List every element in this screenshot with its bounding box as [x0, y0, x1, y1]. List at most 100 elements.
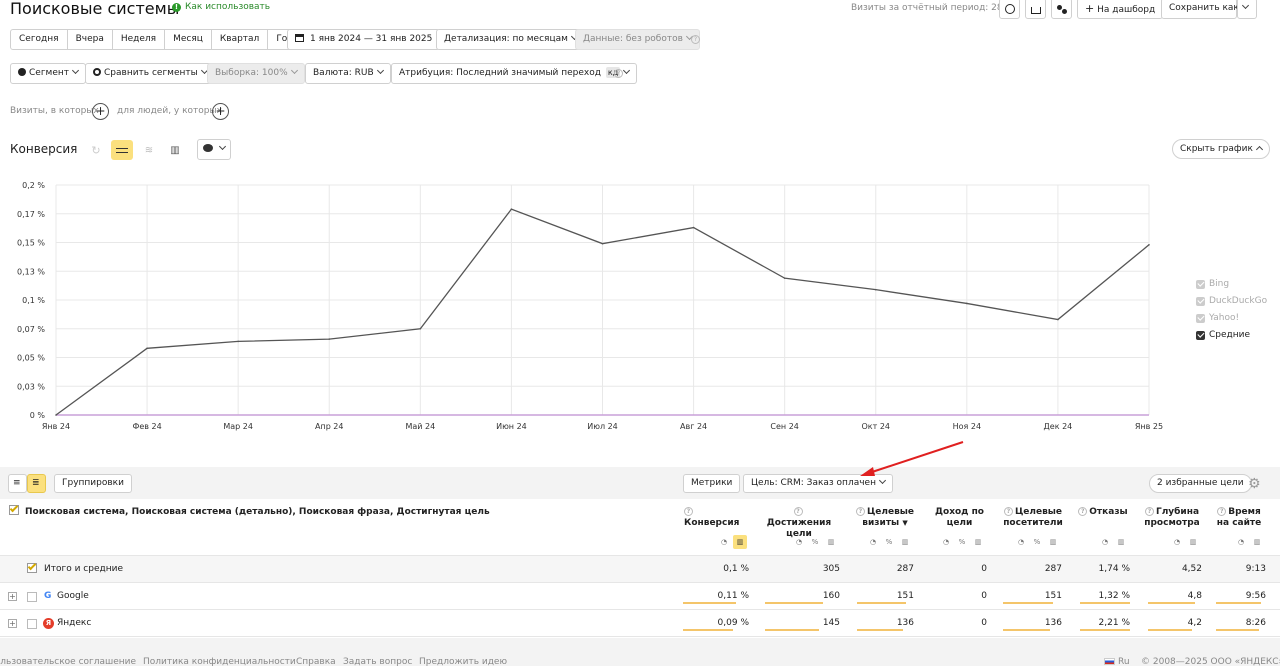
data-filter-dropdown[interactable]: Данные: без роботов	[575, 29, 700, 50]
clock-button[interactable]	[999, 0, 1020, 19]
detail-dropdown[interactable]: Детализация: по месяцам	[436, 29, 585, 50]
share-button[interactable]	[1025, 0, 1046, 19]
bar-chart-icon[interactable]: ▥	[1186, 535, 1200, 549]
data-point	[966, 302, 968, 305]
data-point	[692, 226, 695, 229]
groupings-button[interactable]: Группировки	[54, 474, 132, 493]
view-tree-button[interactable]: ≣	[27, 474, 46, 493]
chart-type-refresh[interactable]: ↻	[87, 142, 105, 160]
add-people-condition-button[interactable]: +	[212, 103, 229, 120]
hide-chart-button[interactable]: Скрыть график	[1172, 139, 1270, 159]
data-point	[874, 288, 877, 291]
y-tick-label: 0,15 %	[17, 239, 45, 248]
sort-desc-icon: ▼	[902, 519, 908, 527]
col-header-goal-revenue[interactable]: Доход по цели	[932, 507, 987, 529]
pie-chart-icon[interactable]: ◔	[1234, 535, 1248, 549]
checkbox-icon	[1196, 330, 1205, 340]
pie-chart-icon[interactable]: ◔	[866, 535, 880, 549]
annotation-arrow	[860, 441, 964, 476]
legend-item-yahoo[interactable]: Yahoo!	[1196, 313, 1239, 323]
table-cell: 1,32 %	[1098, 591, 1130, 601]
col-header-goal-visits[interactable]: ? Целевые визиты ▼	[852, 507, 918, 529]
dimension-checkbox[interactable]	[9, 503, 19, 515]
col-header-conversion[interactable]: ?Конверсия	[684, 507, 744, 529]
bar-chart-icon[interactable]: ▥	[971, 535, 985, 549]
metrics-button[interactable]: Метрики	[683, 474, 741, 493]
col-header-bounces[interactable]: ? Отказы	[1077, 507, 1129, 518]
chevron-down-icon	[71, 66, 80, 75]
segment-dropdown[interactable]: Сегмент	[10, 63, 87, 84]
pie-chart-icon[interactable]: ◔	[717, 535, 731, 549]
expand-icon[interactable]: +	[8, 592, 17, 601]
period-today[interactable]: Сегодня	[11, 30, 68, 49]
pie-chart-icon[interactable]: ◔	[1170, 535, 1184, 549]
save-as-button[interactable]: Сохранить как	[1161, 0, 1239, 19]
add-visit-condition-button[interactable]: +	[92, 103, 109, 120]
how-to-link[interactable]: ! Как использовать	[172, 2, 270, 12]
legend-item-duckduckgo[interactable]: DuckDuckGo	[1196, 296, 1267, 306]
table-row-google[interactable]: + G Google 0,11 % 160 151 0 151 1,32 % 4,8 9:56	[0, 583, 1280, 610]
sample-dropdown[interactable]: Выборка: 100%	[207, 63, 305, 84]
series-line-average	[55, 208, 1150, 416]
legend-item-average[interactable]: Средние	[1196, 330, 1250, 340]
pie-chart-icon[interactable]: ◔	[792, 535, 806, 549]
period-month[interactable]: Месяц	[165, 30, 212, 49]
bar-chart-icon[interactable]: ▥	[898, 535, 912, 549]
bar-chart-icon[interactable]: ▥	[1046, 535, 1060, 549]
table-row-yandex[interactable]: + Я Яндекс 0,09 % 145 136 0 136 2,21 % 4,2 8:26	[0, 610, 1280, 637]
api-button[interactable]	[1051, 0, 1072, 19]
date-range-button[interactable]: 1 янв 2024 — 31 янв 2025	[287, 29, 441, 50]
save-as-dropdown[interactable]	[1237, 0, 1257, 19]
favorite-goals-button[interactable]: 2 избранные цели	[1149, 474, 1252, 493]
chevron-down-icon	[1241, 1, 1250, 10]
checkbox-icon	[1196, 313, 1205, 323]
attribution-dropdown[interactable]: Атрибуция: Последний значимый переход кд	[391, 63, 638, 84]
x-tick-label: Янв 25	[1135, 422, 1163, 431]
bar-chart-icon[interactable]: ▥	[1250, 535, 1264, 549]
percent-icon[interactable]: %	[1030, 535, 1044, 549]
x-tick-label: Июн 24	[496, 422, 527, 431]
chart-type-bar[interactable]: ▥	[166, 142, 184, 160]
row-checkbox[interactable]	[27, 619, 37, 629]
settings-gear-icon[interactable]: ⚙	[1248, 476, 1261, 492]
annotations-dropdown[interactable]	[197, 139, 231, 160]
pie-chart-icon[interactable]: ◔	[1014, 535, 1028, 549]
value-bar	[857, 629, 903, 631]
period-switcher[interactable]: Сегодня Вчера Неделя Месяц Квартал Год	[10, 29, 303, 50]
currency-dropdown[interactable]: Валюта: RUB	[305, 63, 391, 84]
totals-row[interactable]: Итого и средние 0,1 % 305 287 0 287 1,74 % 4,5…	[0, 556, 1280, 583]
pie-chart-icon[interactable]: ◔	[1098, 535, 1112, 549]
dimension-header[interactable]: Поисковая система, Поисковая система (де…	[25, 507, 490, 517]
totals-checkbox[interactable]	[27, 561, 37, 573]
compare-segments-dropdown[interactable]: Сравнить сегменты	[85, 63, 215, 84]
chevron-down-icon	[218, 142, 227, 151]
percent-icon[interactable]: %	[955, 535, 969, 549]
x-tick-label: Апр 24	[315, 422, 344, 431]
add-dashboard-button[interactable]: + На дашборд	[1077, 0, 1164, 19]
period-quarter[interactable]: Квартал	[212, 30, 269, 49]
help-icon[interactable]: ?	[614, 69, 623, 78]
expand-icon[interactable]: +	[8, 619, 17, 628]
chart-grid	[55, 184, 1150, 416]
bar-chart-icon[interactable]: ▥	[824, 535, 838, 549]
view-flat-button[interactable]: ≡	[8, 474, 27, 493]
help-icon[interactable]: ?	[691, 35, 700, 44]
row-checkbox[interactable]	[27, 592, 37, 602]
chart-type-area[interactable]: ≋	[140, 142, 158, 160]
bar-chart-icon[interactable]: ▥	[733, 535, 747, 549]
col-header-time[interactable]: ? Время на сайте	[1214, 507, 1264, 529]
percent-icon[interactable]: %	[882, 535, 896, 549]
chart-type-line[interactable]	[111, 140, 133, 160]
pie-chart-icon[interactable]: ◔	[939, 535, 953, 549]
period-week[interactable]: Неделя	[113, 30, 166, 49]
bar-chart-icon[interactable]: ▥	[1114, 535, 1128, 549]
period-yesterday[interactable]: Вчера	[68, 30, 113, 49]
table-cell: 0,09 %	[717, 618, 749, 628]
table-cell: 9:56	[1245, 591, 1266, 601]
col-header-goal-visitors[interactable]: ? Целевые посетители	[1000, 507, 1066, 529]
col-header-depth[interactable]: ? Глубина просмотра	[1140, 507, 1204, 529]
compare-icon	[93, 68, 101, 76]
legend-item-bing[interactable]: Bing	[1196, 279, 1229, 289]
percent-icon[interactable]: %	[808, 535, 822, 549]
y-tick-label: 0,07 %	[17, 325, 45, 334]
